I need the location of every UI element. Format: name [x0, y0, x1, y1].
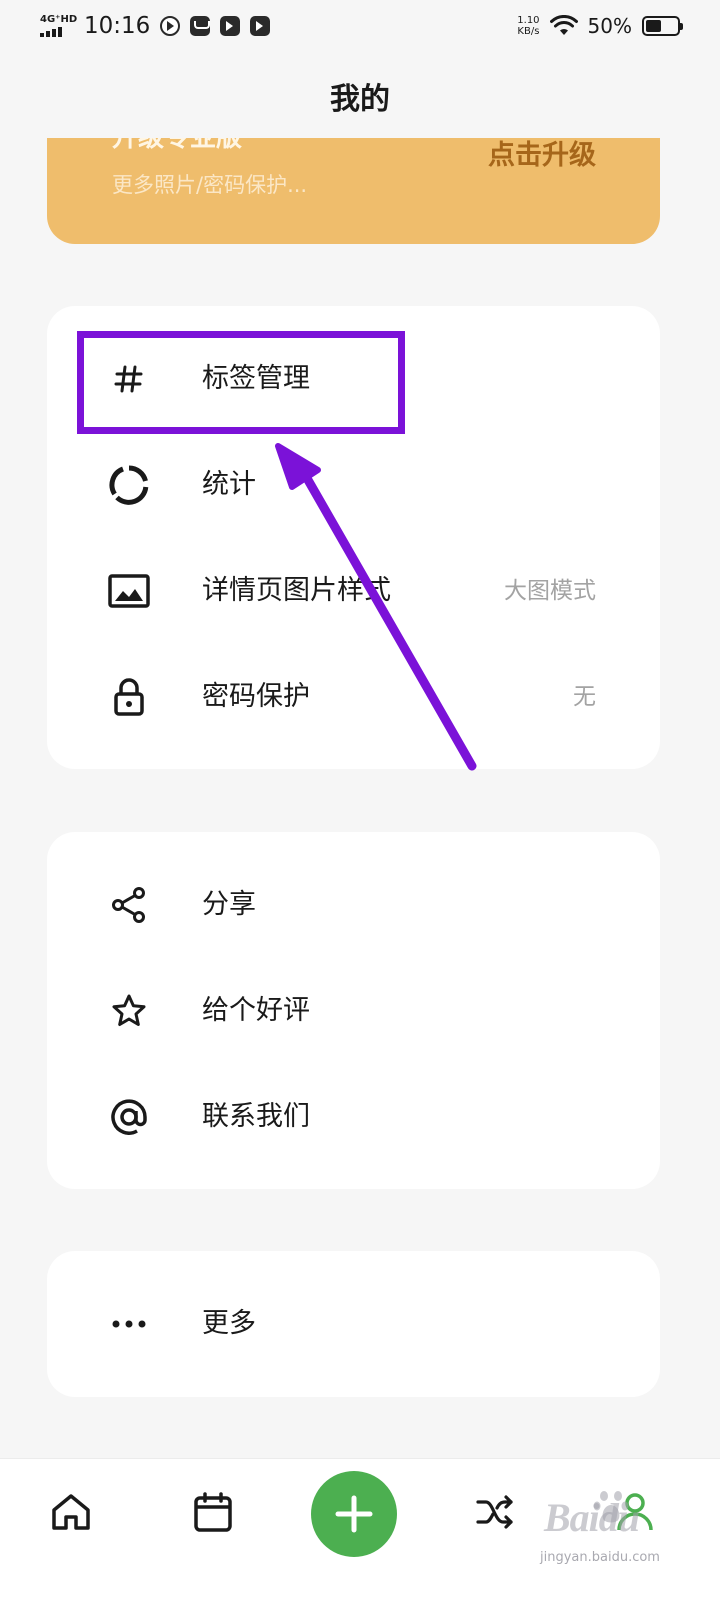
- message-notification-icon: [190, 16, 211, 36]
- menu-item-rate[interactable]: 给个好评: [47, 958, 660, 1064]
- signal-icon: 4G⁺HD: [40, 14, 78, 37]
- menu-item-label: 联系我们: [202, 1101, 310, 1132]
- ring-chart-icon: [107, 463, 151, 507]
- home-icon[interactable]: [48, 1489, 94, 1535]
- menu-item-contact[interactable]: 联系我们: [47, 1064, 660, 1170]
- at-icon: [107, 1095, 151, 1139]
- page-title: 我的: [330, 82, 390, 117]
- image-style-value: 大图模式: [504, 578, 596, 604]
- video-notification-icon-2: [250, 16, 271, 36]
- image-icon: [107, 569, 151, 613]
- video-notification-icon: [220, 16, 241, 36]
- annotation-highlight-box: [77, 331, 405, 434]
- baidu-watermark: Baidu jingyan.baidu.com: [540, 1488, 710, 1570]
- more-card: 更多: [47, 1251, 660, 1397]
- menu-item-share[interactable]: 分享: [47, 852, 660, 958]
- battery-percent: 50%: [587, 14, 632, 38]
- paw-logo-icon: [593, 1491, 629, 1523]
- menu-item-label: 统计: [202, 469, 256, 500]
- battery-fill: [646, 20, 661, 32]
- app-notification-icon: [160, 16, 181, 36]
- upgrade-button[interactable]: 点击升级: [488, 138, 596, 174]
- status-time: 10:16: [84, 13, 151, 39]
- menu-item-label: 密码保护: [202, 681, 310, 712]
- menu-item-label: 分享: [202, 889, 256, 920]
- status-left: 4G⁺HD 10:16: [40, 12, 271, 40]
- star-icon: [107, 989, 151, 1033]
- lock-icon: [107, 675, 151, 719]
- menu-item-label: 给个好评: [202, 995, 310, 1026]
- social-card: 分享 给个好评 联系我们: [47, 832, 660, 1189]
- watermark-site: jingyan.baidu.com: [540, 1550, 660, 1565]
- wifi-icon: [549, 15, 578, 35]
- upgrade-subtitle: 更多照片/密码保护...: [112, 173, 308, 197]
- menu-item-statistics[interactable]: 统计: [47, 432, 660, 538]
- menu-item-image-style[interactable]: 详情页图片样式 大图模式: [47, 538, 660, 644]
- network-speed: 1.10 KB/s: [517, 15, 540, 37]
- battery-icon: [642, 16, 683, 36]
- upgrade-banner[interactable]: 升级专业版 更多照片/密码保护... 点击升级: [47, 138, 660, 244]
- menu-item-more[interactable]: 更多: [47, 1271, 660, 1377]
- menu-item-password-protection[interactable]: 密码保护 无: [47, 644, 660, 750]
- menu-item-label: 详情页图片样式: [202, 575, 391, 606]
- status-right: 1.10 KB/s 50%: [517, 14, 683, 38]
- add-button[interactable]: [311, 1471, 397, 1557]
- upgrade-title: 升级专业版: [112, 138, 243, 153]
- plus-icon: [335, 1495, 373, 1533]
- more-dots-icon: [107, 1302, 151, 1346]
- shuffle-icon[interactable]: [472, 1489, 518, 1535]
- calendar-icon[interactable]: [190, 1489, 236, 1535]
- network-type: 4G⁺HD: [40, 14, 78, 25]
- share-icon: [107, 883, 151, 927]
- status-bar: 4G⁺HD 10:16 1.10 KB/s 50%: [0, 0, 720, 56]
- password-protection-value: 无: [573, 684, 596, 710]
- menu-item-label: 更多: [202, 1308, 256, 1339]
